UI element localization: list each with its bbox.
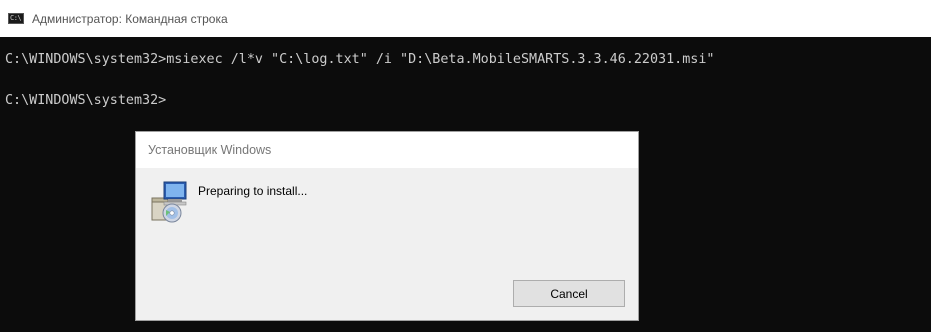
window-titlebar[interactable]: C:\ Администратор: Командная строка [0,0,931,37]
dialog-message: Preparing to install... [198,184,308,198]
console-line-prompt: C:\WINDOWS\system32> [5,93,167,108]
cmd-icon-label: C:\ [10,14,22,22]
command-prompt-window: C:\ Администратор: Командная строка C:\W… [0,0,931,332]
cmd-icon: C:\ [8,13,24,24]
dialog-titlebar[interactable]: Установщик Windows [136,132,638,168]
installer-dialog: Установщик Windows Preparing to install.… [135,131,639,321]
windows-installer-icon [151,181,187,223]
console-line-command: C:\WINDOWS\system32>msiexec /l*v "C:\log… [5,52,715,67]
dialog-title: Установщик Windows [148,143,272,157]
window-title: Администратор: Командная строка [32,11,228,26]
cancel-button[interactable]: Cancel [513,280,625,307]
